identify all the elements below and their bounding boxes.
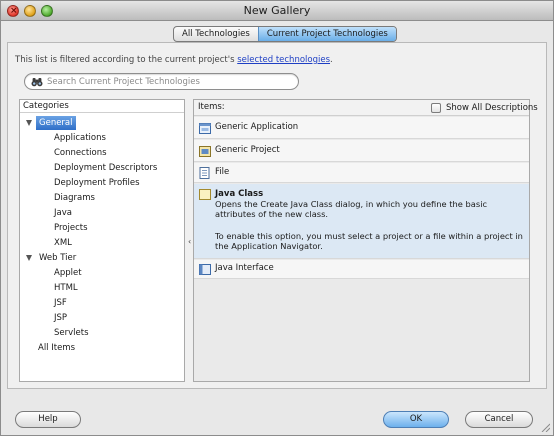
item-title: Java Interface <box>215 263 274 273</box>
tree-node-label: Web Tier <box>39 253 77 263</box>
show-all-descriptions-checkbox[interactable] <box>431 103 441 113</box>
categories-tree: Categories General Applications Connecti… <box>19 99 185 382</box>
gallery-item-generic-project[interactable]: Generic Project <box>194 140 529 162</box>
filter-message: This list is filtered according to the c… <box>15 55 333 65</box>
gallery-item-file[interactable]: File <box>194 163 529 183</box>
tree-node-label: General <box>36 116 76 130</box>
gallery-item-java-interface[interactable]: Java Interface <box>194 260 529 279</box>
tab-all-technologies[interactable]: All Technologies <box>174 27 258 41</box>
technology-scope-control: All Technologies Current Project Technol… <box>173 26 397 42</box>
item-title: File <box>215 167 230 177</box>
java-class-icon <box>199 189 211 200</box>
filter-message-text: This list is filtered according to the c… <box>15 55 238 65</box>
tree-item-label: Connections <box>54 148 107 158</box>
tree-item-label: JSP <box>54 313 68 323</box>
tree-item-label: Applet <box>54 268 82 278</box>
title-bar: × New Gallery <box>1 1 553 21</box>
tree-item-label: Servlets <box>54 328 89 338</box>
items-header: Items: Show All Descriptions <box>194 100 538 116</box>
show-all-descriptions-label[interactable]: Show All Descriptions <box>446 103 538 113</box>
tree-item-label: Applications <box>54 133 106 143</box>
java-interface-icon <box>199 264 211 275</box>
tree-item-label: Deployment Profiles <box>54 178 140 188</box>
item-description: Opens the Create Java Class dialog, in w… <box>215 199 488 219</box>
gallery-item-generic-application[interactable]: Generic Application <box>194 117 529 139</box>
items-list: Items: Show All Descriptions Generic App… <box>193 99 538 382</box>
tree-item-label: Java <box>54 208 72 218</box>
expanded-arrow-icon[interactable] <box>26 255 32 261</box>
item-note: To enable this option, you must select a… <box>215 231 523 251</box>
search-box <box>24 73 299 90</box>
tree-item-label: XML <box>54 238 72 248</box>
selected-technologies-link[interactable]: selected technologies <box>237 55 330 65</box>
items-header-label: Items: <box>198 102 225 112</box>
tree-item-label: HTML <box>54 283 78 293</box>
expanded-arrow-icon[interactable] <box>26 120 32 126</box>
binoculars-search-icon[interactable] <box>31 76 43 88</box>
window-title: New Gallery <box>243 4 311 17</box>
item-title: Generic Project <box>215 145 280 155</box>
tree-node-general[interactable]: General <box>20 116 184 130</box>
project-icon <box>199 146 211 157</box>
help-button[interactable]: Help <box>15 411 81 428</box>
search-input[interactable] <box>47 75 287 88</box>
tab-current-project-technologies[interactable]: Current Project Technologies <box>257 27 396 41</box>
ok-button[interactable]: OK <box>383 411 449 428</box>
resize-grip-icon[interactable] <box>540 422 550 432</box>
categories-header: Categories <box>20 100 184 113</box>
tree-node-label: All Items <box>38 343 76 353</box>
tree-item-label: Diagrams <box>54 193 95 203</box>
filter-message-end: . <box>330 55 333 65</box>
split-pane-divider[interactable]: ‹ <box>188 237 191 246</box>
tree-item-label: Deployment Descriptors <box>54 163 158 173</box>
tree-item-label: JSF <box>54 298 67 308</box>
item-title: Java Class <box>215 189 264 199</box>
tree-item-label: Projects <box>54 223 88 233</box>
file-icon <box>199 167 210 179</box>
cancel-button[interactable]: Cancel <box>465 411 533 428</box>
new-gallery-window: × New Gallery All Technologies Current P… <box>0 0 554 436</box>
application-icon <box>199 123 211 134</box>
gallery-item-java-class[interactable]: Java Class Opens the Create Java Class d… <box>194 184 529 259</box>
item-title: Generic Application <box>215 122 299 132</box>
